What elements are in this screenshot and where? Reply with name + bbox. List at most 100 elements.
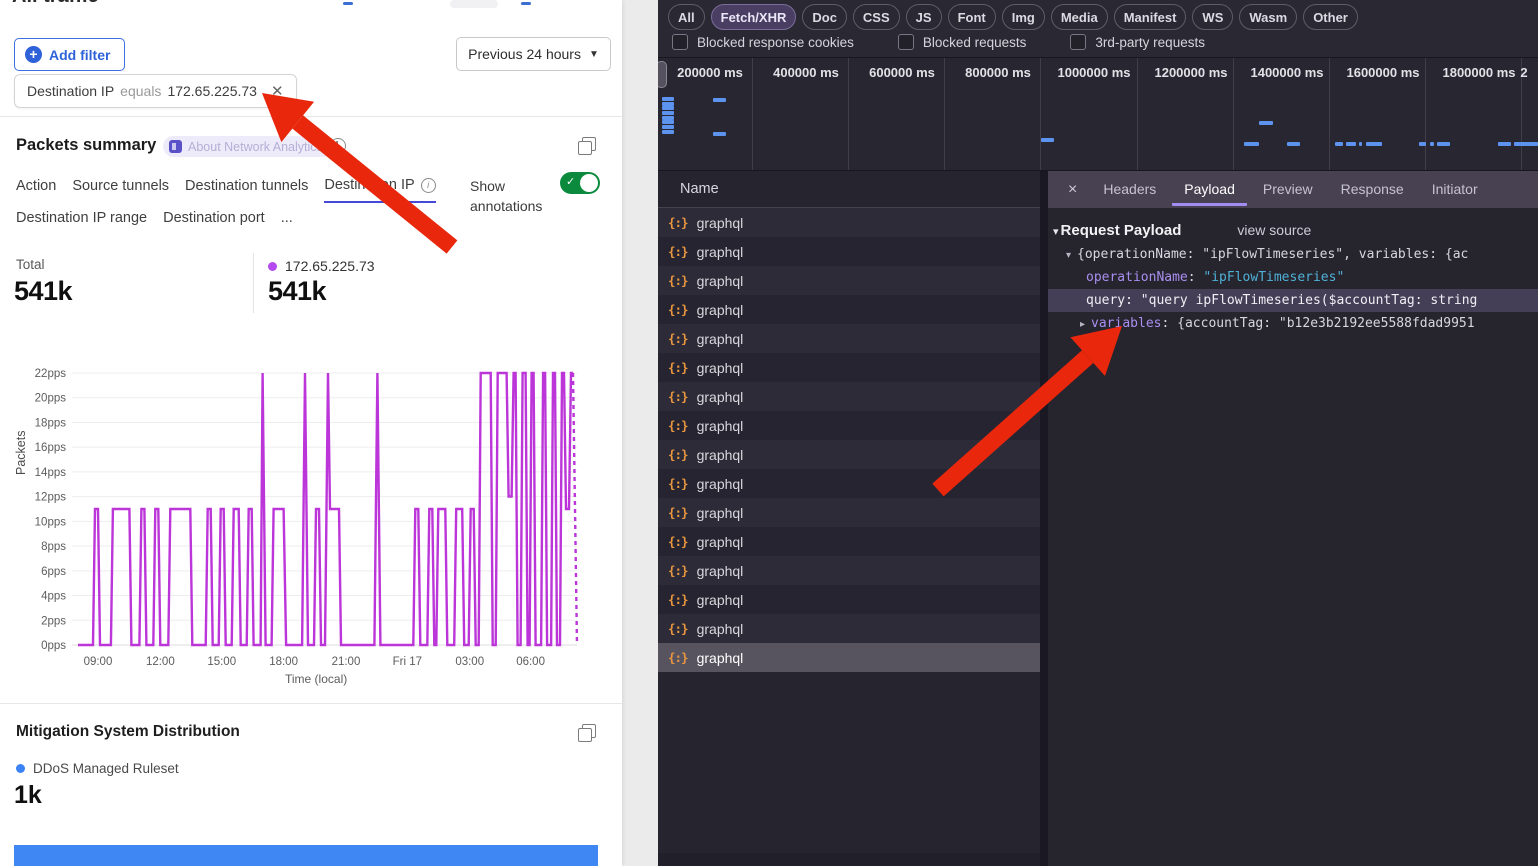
detail-tab-payload[interactable]: Payload [1172,173,1247,206]
checkbox-icon [898,34,914,50]
svg-text:12pps: 12pps [35,492,67,504]
request-name: graphql [697,331,744,347]
mitigation-bar [14,845,598,866]
timeline-gridline [1040,58,1041,170]
panel-divider[interactable] [1040,171,1048,866]
packets-timeseries-chart: 0pps2pps4pps6pps8pps10pps12pps14pps16pps… [0,360,622,692]
filter-pill-all[interactable]: All [668,4,705,30]
tab-destination-ip[interactable]: Destination IPi [324,177,435,203]
payload-line[interactable]: ▾{operationName: "ipFlowTimeseries", var… [1048,243,1538,266]
json-request-icon: {:} [668,563,688,578]
show-annotations-toggle[interactable]: ✓ [560,172,600,194]
expander-triangle-icon[interactable]: ▾ [1066,250,1071,261]
filter-pill-font[interactable]: Font [948,4,996,30]
add-filter-button[interactable]: + Add filter [14,38,125,71]
request-name: graphql [697,621,744,637]
tab-source-tunnels[interactable]: Source tunnels [72,177,169,203]
request-name: graphql [697,505,744,521]
request-row-graphql[interactable]: {:}graphql [658,440,1040,469]
svg-text:4pps: 4pps [41,591,66,603]
expander-triangle-icon[interactable]: ▾ [1053,225,1059,238]
request-name: graphql [697,534,744,550]
request-row-graphql[interactable]: {:}graphql [658,498,1040,527]
network-overview-timeline[interactable]: 200000 ms400000 ms600000 ms800000 ms1000… [658,58,1538,170]
payload-tree: ▾{operationName: "ipFlowTimeseries", var… [1048,243,1538,335]
timeline-tick-label: 1400000 ms [1250,65,1323,80]
filter-pill-ws[interactable]: WS [1192,4,1233,30]
tab-[interactable]: ... [281,210,293,234]
payload-token: query [1086,293,1125,308]
request-row-graphql[interactable]: {:}graphql [658,266,1040,295]
tab-label: Destination IP [324,177,414,193]
checkbox-blocked-requests[interactable]: Blocked requests [898,34,1027,50]
svg-text:06:00: 06:00 [516,656,545,668]
checkbox-blocked-response-cookies[interactable]: Blocked response cookies [672,34,854,50]
close-icon[interactable]: × [1058,181,1087,199]
expander-triangle-icon[interactable]: ▸ [1080,319,1085,330]
request-row-graphql[interactable]: {:}graphql [658,614,1040,643]
timeline-tick-label: 800000 ms [965,65,1031,80]
request-row-graphql[interactable]: {:}graphql [658,237,1040,266]
packets-summary-title: Packets summary [16,136,156,155]
filter-pill-js[interactable]: JS [906,4,942,30]
request-timing-bar [662,111,674,115]
payload-line[interactable]: query: "query ipFlowTimeseries($accountT… [1048,289,1538,312]
filter-chip[interactable]: Destination IP equals 172.65.225.73 ✕ [14,74,297,108]
tab-action[interactable]: Action [16,177,56,203]
request-row-graphql[interactable]: {:}graphql [658,208,1040,237]
checkbox-3rd-party-requests[interactable]: 3rd-party requests [1070,34,1205,50]
tab-label: Destination port [163,210,265,226]
payload-line[interactable]: operationName: "ipFlowTimeseries" [1048,266,1538,289]
detail-tab-response[interactable]: Response [1329,173,1416,206]
name-column-header[interactable]: Name [658,171,1040,208]
request-filter-checkboxes: Blocked response cookies Blocked requests… [672,34,1205,50]
request-row-graphql[interactable]: {:}graphql [658,527,1040,556]
filter-pill-css[interactable]: CSS [853,4,900,30]
request-row-graphql[interactable]: {:}graphql [658,411,1040,440]
filter-pill-other[interactable]: Other [1303,4,1358,30]
chevron-down-icon: ▼ [589,49,599,60]
filter-pill-wasm[interactable]: Wasm [1239,4,1297,30]
svg-text:03:00: 03:00 [455,656,484,668]
tab-destination-tunnels[interactable]: Destination tunnels [185,177,308,203]
filter-pill-fetch-xhr[interactable]: Fetch/XHR [711,4,797,30]
detail-tab-initiator[interactable]: Initiator [1420,173,1490,206]
copy-panel-icon[interactable] [582,137,596,151]
request-row-graphql[interactable]: {:}graphql [658,556,1040,585]
payload-variables-line[interactable]: ▸variables: {accountTag: "b12e3b2192ee55… [1048,312,1538,335]
tab-destination-port[interactable]: Destination port [163,210,265,234]
detail-tab-preview[interactable]: Preview [1251,173,1325,206]
mitigation-value: 1k [14,781,42,810]
request-row-graphql[interactable]: {:}graphql [658,324,1040,353]
detail-tabs: × HeadersPayloadPreviewResponseInitiator [1048,171,1538,208]
network-analytics-panel: All traffic + Add filter Previous 24 hou… [0,0,622,866]
svg-text:20pps: 20pps [35,393,67,405]
request-timing-bar [1346,142,1356,146]
time-range-select[interactable]: Previous 24 hours ▼ [456,37,611,71]
json-request-icon: {:} [668,215,688,230]
timeline-scroll-handle[interactable] [658,61,667,88]
copy-panel-icon[interactable] [582,724,596,738]
request-name: graphql [697,650,744,666]
detail-tab-headers[interactable]: Headers [1091,173,1168,206]
request-row-graphql[interactable]: {:}graphql [658,585,1040,614]
filter-pill-manifest[interactable]: Manifest [1114,4,1187,30]
request-row-graphql[interactable]: {:}graphql [658,469,1040,498]
filter-pill-doc[interactable]: Doc [802,4,847,30]
remove-filter-icon[interactable]: ✕ [271,82,284,100]
request-timing-bar [1498,142,1511,146]
request-row-graphql[interactable]: {:}graphql [658,295,1040,324]
request-list: Name {:}graphql{:}graphql{:}graphql{:}gr… [658,171,1040,866]
svg-text:18pps: 18pps [35,417,67,429]
request-row-graphql[interactable]: {:}graphql [658,353,1040,382]
timeline-gridline [1137,58,1138,170]
tab-destination-ip-range[interactable]: Destination IP range [16,210,147,234]
request-row-graphql[interactable]: {:}graphql [658,643,1040,672]
request-detail-pane: × HeadersPayloadPreviewResponseInitiator… [1048,171,1538,866]
view-source-link[interactable]: view source [1237,222,1311,238]
filter-pill-img[interactable]: Img [1002,4,1045,30]
timeline-tick-label: 1000000 ms [1057,65,1130,80]
request-row-graphql[interactable]: {:}graphql [658,382,1040,411]
timeline-gridline [848,58,849,170]
filter-pill-media[interactable]: Media [1051,4,1108,30]
